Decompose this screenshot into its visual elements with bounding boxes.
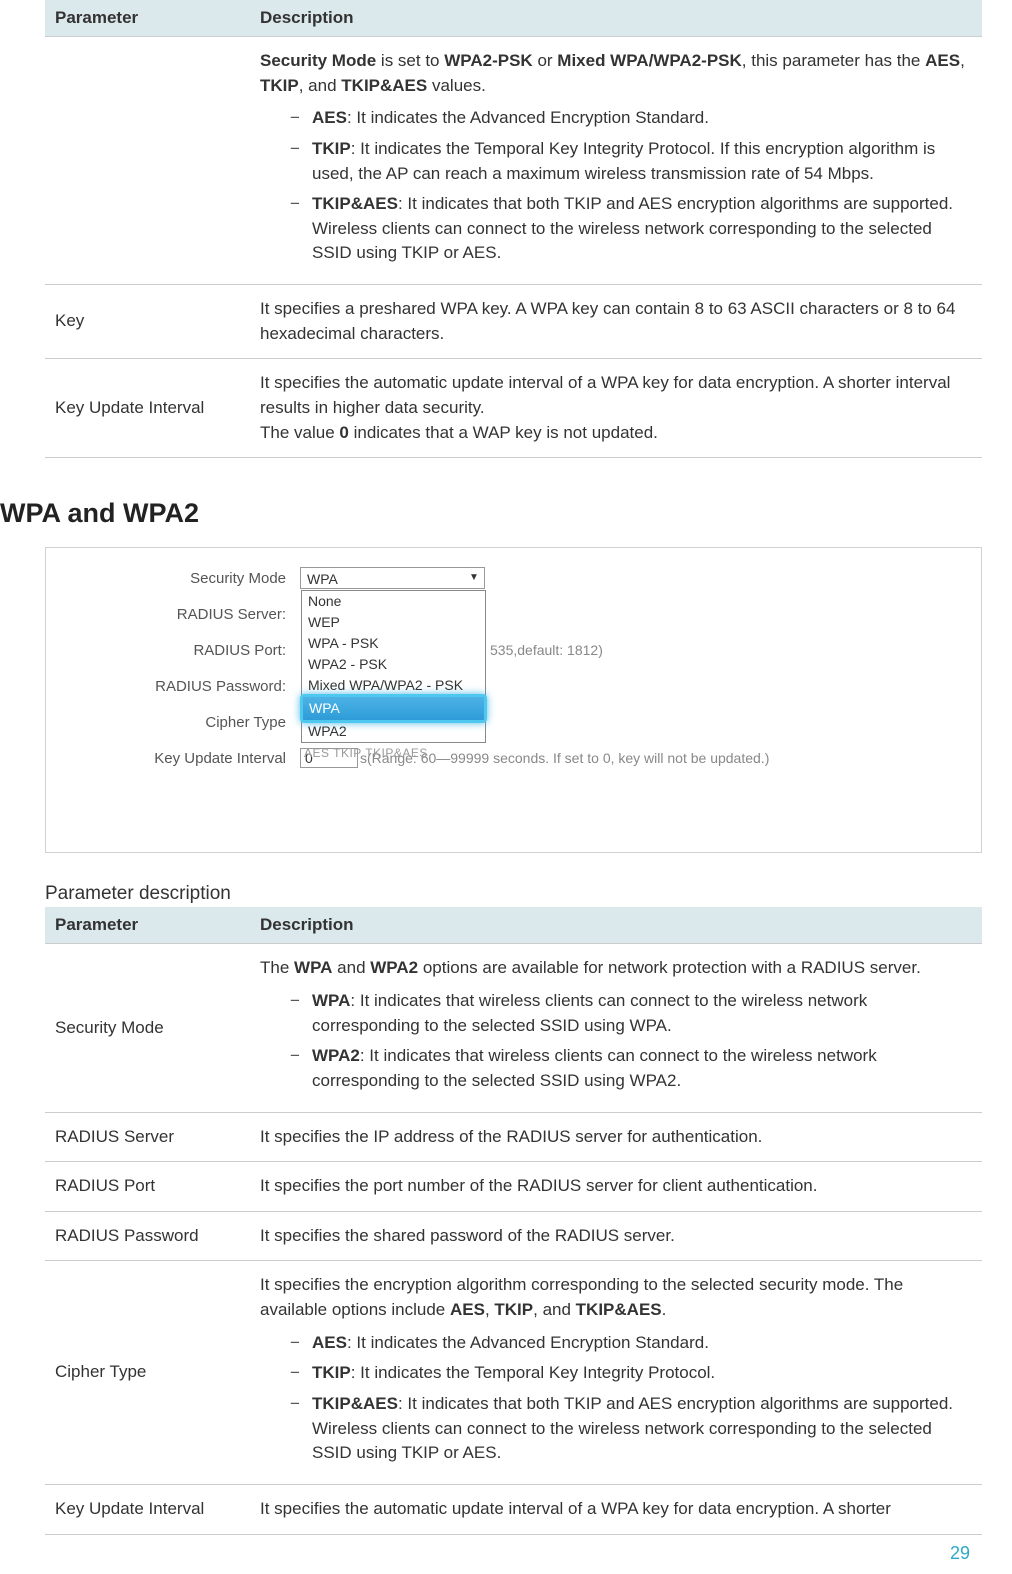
label-radius-port: RADIUS Port: — [46, 642, 300, 659]
param-radius-port: RADIUS Port — [45, 1162, 250, 1212]
dropdown-option-wep[interactable]: WEP — [302, 612, 485, 633]
section-heading-wpa-wpa2: WPA and WPA2 — [0, 498, 982, 529]
list-item: AES: It indicates the Advanced Encryptio… — [290, 106, 972, 131]
param-key-update-interval: Key Update Interval — [45, 359, 250, 458]
table-row: Key Update Interval It specifies the aut… — [45, 1484, 982, 1534]
cipher-type-intro: It specifies the encryption algorithm co… — [260, 1275, 903, 1319]
list-item: TKIP: It indicates the Temporal Key Inte… — [290, 137, 972, 186]
table-row: RADIUS Password It specifies the shared … — [45, 1211, 982, 1261]
cipher-type-options-overlay: AES TKIP TKIP&AES — [304, 746, 428, 760]
dropdown-option-wpa2[interactable]: WPA2 — [302, 721, 485, 742]
security-mode-screenshot: Security Mode WPA ▼ RADIUS Server: RADIU… — [45, 547, 982, 853]
label-security-mode: Security Mode — [46, 570, 300, 587]
security-mode-dropdown[interactable]: None WEP WPA - PSK WPA2 - PSK Mixed WPA/… — [301, 590, 486, 742]
table2-header-desc: Description — [250, 907, 982, 944]
table1-header-desc: Description — [250, 0, 982, 37]
radius-port-hint: 535,default: 1812) — [490, 642, 603, 658]
param-table-1: Parameter Description Security Mode is s… — [45, 0, 982, 458]
param-key: Key — [45, 285, 250, 359]
table1-header-param: Parameter — [45, 0, 250, 37]
label-cipher-type: Cipher Type — [46, 714, 300, 731]
label-radius-server: RADIUS Server: — [46, 606, 300, 623]
table-row: RADIUS Port It specifies the port number… — [45, 1162, 982, 1212]
list-item: AES: It indicates the Advanced Encryptio… — [290, 1331, 972, 1356]
cipher-intro: Security Mode is set to WPA2-PSK or Mixe… — [260, 51, 965, 95]
list-item: WPA: It indicates that wireless clients … — [290, 989, 972, 1038]
label-radius-password: RADIUS Password: — [46, 678, 300, 695]
param-key-update-interval-2-desc: It specifies the automatic update interv… — [250, 1484, 982, 1534]
table-row: Key It specifies a preshared WPA key. A … — [45, 285, 982, 359]
param-radius-password: RADIUS Password — [45, 1211, 250, 1261]
chevron-down-icon: ▼ — [467, 571, 481, 585]
table-row: RADIUS Server It specifies the IP addres… — [45, 1112, 982, 1162]
param-radius-port-desc: It specifies the port number of the RADI… — [250, 1162, 982, 1212]
param-key-update-interval-desc: It specifies the automatic update interv… — [250, 359, 982, 458]
list-item: TKIP&AES: It indicates that both TKIP an… — [290, 192, 972, 266]
param-radius-server: RADIUS Server — [45, 1112, 250, 1162]
param-key-update-interval-2: Key Update Interval — [45, 1484, 250, 1534]
param-radius-password-desc: It specifies the shared password of the … — [250, 1211, 982, 1261]
dropdown-option-none[interactable]: None — [302, 591, 485, 612]
list-item: TKIP: It indicates the Temporal Key Inte… — [290, 1361, 972, 1386]
table2-caption: Parameter description — [45, 883, 982, 905]
list-item: WPA2: It indicates that wireless clients… — [290, 1044, 972, 1093]
page-number: 29 — [0, 1535, 982, 1574]
dropdown-option-wpa2-psk[interactable]: WPA2 - PSK — [302, 654, 485, 675]
label-key-update-interval: Key Update Interval — [46, 750, 300, 767]
param-key-desc: It specifies a preshared WPA key. A WPA … — [250, 285, 982, 359]
table-row: Cipher Type It specifies the encryption … — [45, 1261, 982, 1484]
security-mode-intro: The WPA and WPA2 options are available f… — [260, 958, 921, 977]
dropdown-option-wpa-psk[interactable]: WPA - PSK — [302, 633, 485, 654]
list-item: TKIP&AES: It indicates that both TKIP an… — [290, 1392, 972, 1466]
table2-header-param: Parameter — [45, 907, 250, 944]
security-mode-select[interactable]: WPA ▼ — [300, 567, 485, 589]
table-row: Security Mode The WPA and WPA2 options a… — [45, 944, 982, 1112]
table-row: Security Mode is set to WPA2-PSK or Mixe… — [45, 37, 982, 285]
table-row: Key Update Interval It specifies the aut… — [45, 359, 982, 458]
param-table-2: Parameter Description Security Mode The … — [45, 907, 982, 1534]
param-cipher-type: Cipher Type — [45, 1261, 250, 1484]
param-security-mode: Security Mode — [45, 944, 250, 1112]
param-radius-server-desc: It specifies the IP address of the RADIU… — [250, 1112, 982, 1162]
dropdown-option-wpa[interactable]: WPA — [302, 694, 485, 723]
dropdown-option-mixed[interactable]: Mixed WPA/WPA2 - PSK — [302, 675, 485, 696]
